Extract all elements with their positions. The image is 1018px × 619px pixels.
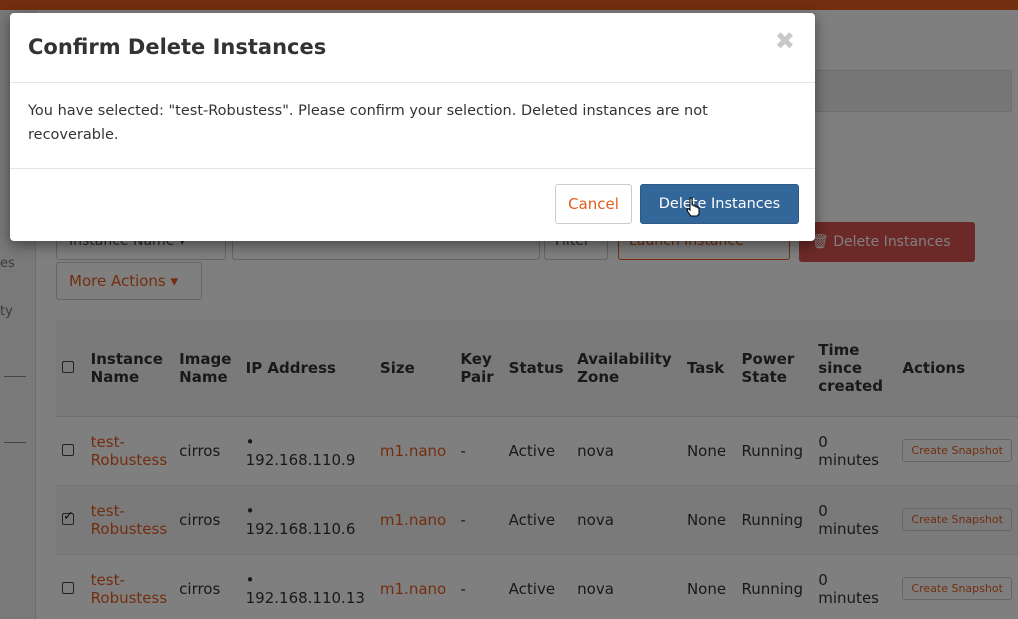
confirmation-message: You have selected: "test-Robustess". Ple… (28, 103, 708, 143)
close-icon[interactable]: ✖ (775, 27, 795, 55)
hand-cursor-icon (686, 197, 700, 217)
cancel-button[interactable]: Cancel (555, 184, 632, 224)
modal-body: You have selected: "test-Robustess". Ple… (10, 83, 815, 169)
modal-title: Confirm Delete Instances (28, 35, 327, 59)
modal-header: Confirm Delete Instances ✖ (10, 13, 815, 83)
confirm-delete-button[interactable]: Delete Instances (640, 184, 799, 224)
